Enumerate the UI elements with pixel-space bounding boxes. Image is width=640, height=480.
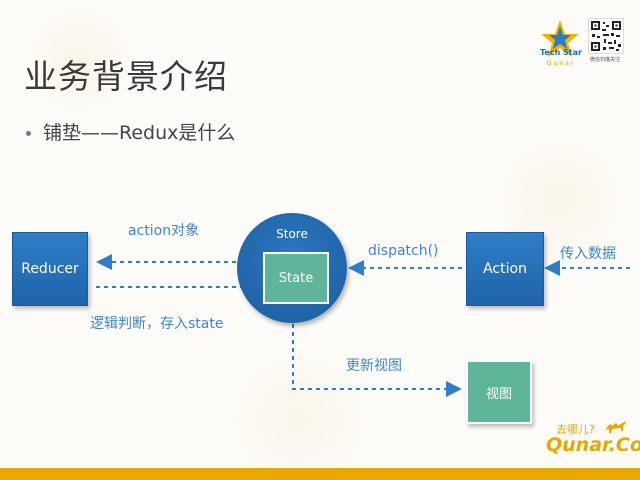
state-label: State (278, 270, 314, 286)
edge-label-dispatch: dispatch() (368, 243, 439, 259)
edge-label-logic: 逻辑判断，存入state (90, 316, 224, 332)
view-box: 视图 (466, 360, 532, 424)
qunar-logo-text: Qunar.Com (546, 434, 640, 456)
camel-logo-icon (606, 421, 626, 433)
footer-bar (0, 468, 640, 480)
edge-label-input-data: 传入数据 (560, 246, 616, 262)
edge-label-update-view: 更新视图 (346, 358, 402, 374)
view-label: 视图 (485, 386, 512, 402)
reducer-label: Reducer (21, 261, 79, 277)
action-label: Action (483, 261, 527, 277)
store-label: Store (276, 227, 308, 241)
action-box: Action (466, 232, 544, 306)
reducer-box: Reducer (12, 232, 88, 306)
state-box: State (263, 252, 329, 304)
edge-label-action-object: action对象 (128, 223, 200, 239)
